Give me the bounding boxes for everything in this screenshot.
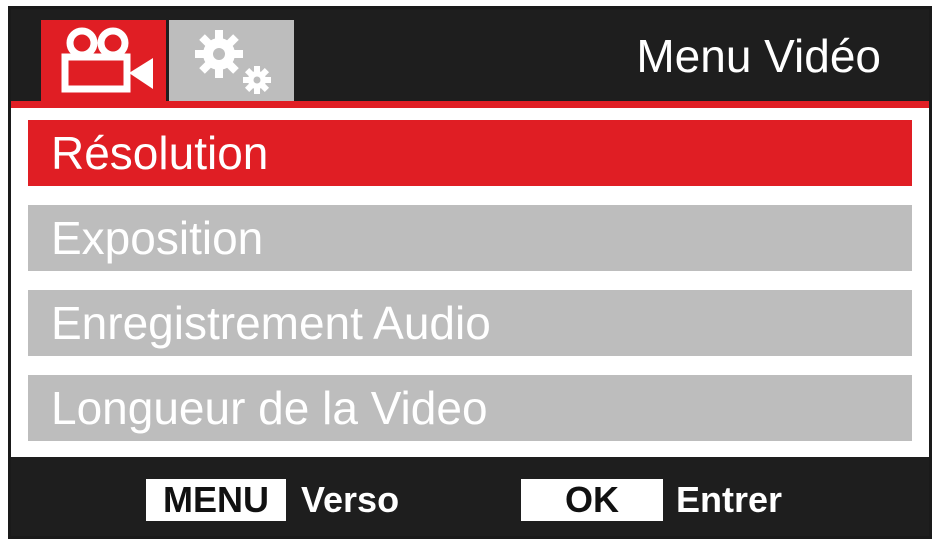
menu-key-action: Verso: [301, 479, 400, 520]
menu-item-exposition[interactable]: Exposition: [28, 205, 912, 271]
ok-key-action: Entrer: [676, 479, 783, 520]
tab-video[interactable]: [41, 20, 166, 101]
settings-gears-icon: [195, 30, 271, 94]
footer-bar: MENU Verso OK Entrer: [11, 457, 929, 536]
menu-item-audio-recording[interactable]: Enregistrement Audio: [28, 290, 912, 356]
menu-title: Menu Vidéo: [636, 30, 881, 82]
menu-screen: Menu Vidéo Résolution Exposition Enregis…: [8, 6, 932, 539]
header-divider: [11, 101, 929, 108]
menu-key[interactable]: MENU: [146, 479, 286, 521]
header-bar: Menu Vidéo: [11, 9, 929, 101]
menu-item-video-length[interactable]: Longueur de la Video: [28, 375, 912, 441]
video-camera-icon: [61, 27, 153, 93]
menu-item-resolution[interactable]: Résolution: [28, 120, 912, 186]
ok-key[interactable]: OK: [521, 479, 663, 521]
tab-settings[interactable]: [169, 20, 294, 101]
